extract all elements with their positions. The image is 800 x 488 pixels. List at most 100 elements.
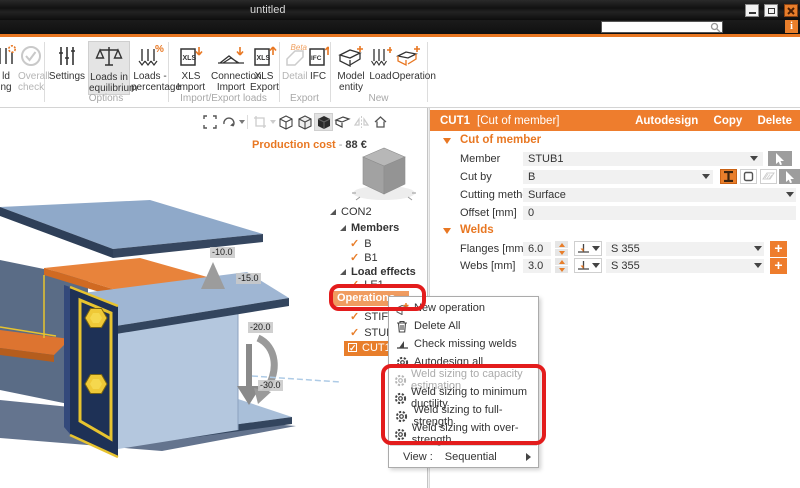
cutting-method-select[interactable]: Surface [523, 188, 796, 202]
title-bar: untitled [0, 0, 800, 20]
member-pick-button[interactable] [768, 151, 792, 166]
checkbox-icon[interactable]: ✓ [348, 343, 357, 353]
menu-item-delete-all[interactable]: Delete All [389, 317, 538, 335]
load-icon [369, 41, 392, 71]
flanges-weld-type-select[interactable] [574, 241, 602, 256]
offset-input[interactable]: 0 [523, 206, 796, 220]
cut-by-plate-toggle[interactable] [740, 169, 757, 184]
chevron-down-icon[interactable] [750, 156, 758, 161]
chevron-down-icon[interactable] [754, 263, 762, 268]
menu-item-new-operation[interactable]: New operation [389, 299, 538, 317]
member-select[interactable]: STUB1 [523, 152, 763, 166]
weld-symbol-icon [577, 244, 589, 253]
chevron-down-icon[interactable] [786, 192, 794, 197]
tree-item-con2[interactable]: CON2 [330, 205, 372, 220]
webs-stepper[interactable] [555, 258, 568, 274]
ribbon-label: check [18, 82, 45, 93]
properties-title: CUT1 [440, 114, 471, 127]
ribbon-label: entity [339, 82, 363, 93]
search-input[interactable] [601, 21, 723, 33]
cut-by-surface-toggle[interactable] [760, 169, 777, 184]
minimize-button[interactable] [745, 4, 759, 17]
cut-by-pick-button[interactable] [779, 169, 800, 184]
xls-export-icon: XLS [250, 41, 278, 71]
ribbon-button-detail[interactable]: Beta Detail [282, 41, 308, 82]
ribbon-button-model-entity[interactable]: Model entity [333, 41, 369, 93]
ribbon-button-clipped[interactable]: ld ng [0, 41, 18, 93]
webs-weld-type-select[interactable] [574, 258, 602, 273]
step-up-icon[interactable] [558, 242, 565, 247]
weld-check-icon [394, 338, 410, 350]
ribbon-label: IFC [309, 71, 327, 82]
step-down-icon[interactable] [558, 267, 565, 272]
webs-material-select[interactable]: S 355 [606, 259, 764, 273]
ribbon-button-loads-in-equilibrium[interactable]: Loads in equilibrium [88, 41, 137, 95]
expander-icon[interactable] [340, 269, 346, 275]
menu-label: New operation [414, 302, 485, 314]
section-cut-of-member: Cut of member [460, 134, 542, 146]
close-button[interactable] [784, 4, 798, 17]
flanges-stepper[interactable] [555, 241, 568, 257]
menu-value: Sequential [444, 450, 497, 463]
tree-item-members[interactable]: Members [340, 221, 399, 236]
chevron-down-icon [591, 263, 600, 268]
webs-size-input[interactable]: 3.0 [523, 259, 551, 273]
menu-item-check-missing-welds[interactable]: Check missing welds [389, 335, 538, 353]
ribbon-button-loads-percentage[interactable]: % Loads - percentage [131, 41, 181, 93]
tree-item-b1[interactable]: ✓ B1 [350, 251, 378, 266]
flanges-material-select[interactable]: S 355 [606, 242, 764, 256]
flanges-value: 6.0 [528, 243, 544, 255]
step-up-icon[interactable] [558, 259, 565, 264]
beta-badge: Beta [290, 43, 307, 52]
menu-item-view[interactable]: View : Sequential [389, 448, 538, 465]
ribbon-button-connection-import[interactable]: Connection Import [211, 41, 262, 93]
dimension-label: -15.0 [236, 273, 261, 284]
minimize-icon [748, 12, 756, 14]
autodesign-action[interactable]: Autodesign [635, 115, 698, 127]
ribbon-button-settings[interactable]: Settings [47, 41, 87, 82]
webs-add-button[interactable]: + [770, 258, 787, 274]
cutting-method-value: Surface [528, 189, 566, 201]
delete-action[interactable]: Delete [757, 115, 792, 127]
cut-by-select[interactable]: B [523, 170, 713, 184]
ribbon-button-xls-export[interactable]: XLS XLS Export [250, 41, 279, 93]
ribbon-label: XLS [254, 71, 274, 82]
model-entity-icon [333, 41, 369, 71]
ribbon-button-xls-import[interactable]: XLS XLS Import [172, 41, 210, 93]
cut-by-member-toggle[interactable] [720, 169, 737, 184]
collapse-icon[interactable] [443, 138, 451, 144]
maximize-button[interactable] [764, 4, 778, 17]
ribbon-button-operation[interactable]: Operation [392, 41, 436, 82]
chevron-down-icon[interactable] [702, 174, 710, 179]
cursor-icon [785, 170, 794, 183]
expander-icon[interactable] [340, 225, 346, 231]
info-button[interactable]: i [785, 20, 798, 33]
settings-sliders-icon [47, 41, 87, 71]
tree-label: B [364, 238, 372, 250]
ribbon-button-load[interactable]: Load [369, 41, 392, 82]
ribbon-label: ld [2, 71, 10, 82]
collapse-icon[interactable] [443, 228, 451, 234]
ifc-icon: IFC [307, 41, 329, 71]
menu-item-weld-sizing-over-strength[interactable]: Weld sizing with over-strength [389, 422, 538, 446]
tree-item-b[interactable]: ✓ B [350, 237, 372, 252]
flanges-size-input[interactable]: 6.0 [523, 242, 551, 256]
search-icon [710, 22, 721, 33]
weld-symbol-icon [577, 261, 589, 270]
check-icon: ✓ [350, 327, 360, 339]
expander-icon[interactable] [330, 209, 336, 215]
svg-text:%: % [155, 44, 164, 55]
ribbon-label: Load [369, 71, 392, 82]
copy-action[interactable]: Copy [714, 115, 743, 127]
ribbon-label: XLS [181, 71, 201, 82]
ribbon-label: Model [337, 71, 365, 82]
chevron-down-icon[interactable] [754, 246, 762, 251]
step-down-icon[interactable] [558, 250, 565, 255]
check-icon: ✓ [350, 238, 360, 250]
ribbon-button-overall-check[interactable]: Overall check [18, 41, 50, 93]
tree-label: LE1 [364, 279, 384, 291]
cut-by-value: B [528, 171, 536, 183]
ribbon-button-ifc[interactable]: IFC IFC [307, 41, 329, 82]
flanges-add-button[interactable]: + [770, 241, 787, 257]
tree-label: Operations [337, 292, 396, 304]
